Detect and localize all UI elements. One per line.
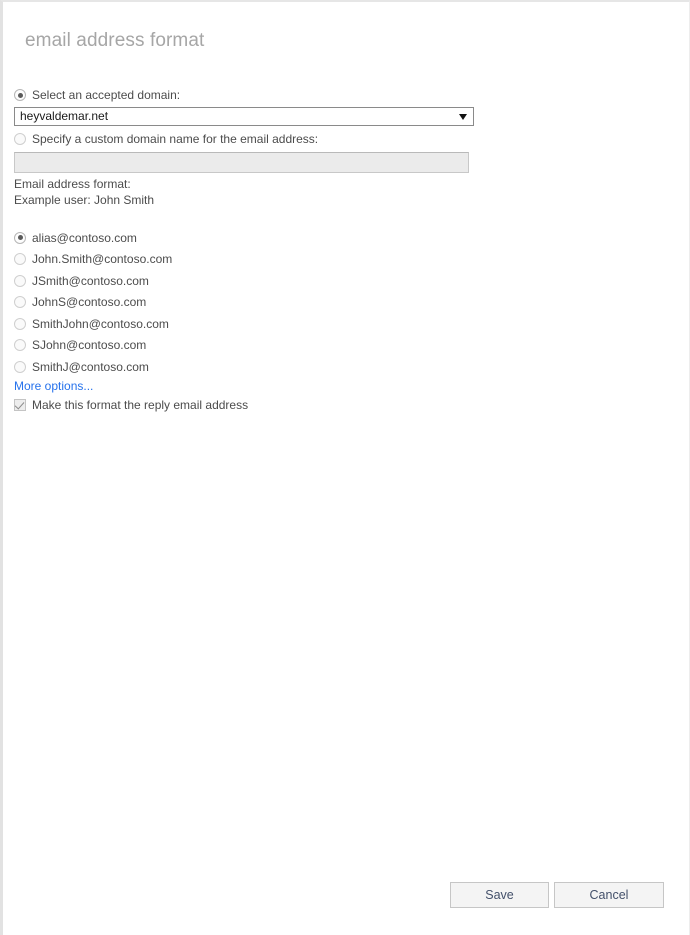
format-option-smithjohn[interactable]: SmithJohn@contoso.com bbox=[14, 313, 674, 335]
example-user-label: Example user: John Smith bbox=[14, 193, 155, 207]
page-title: email address format bbox=[25, 30, 205, 51]
radio-button-icon[interactable] bbox=[14, 133, 26, 145]
save-button[interactable]: Save bbox=[450, 882, 549, 908]
format-option-label: SmithJohn@contoso.com bbox=[32, 316, 169, 331]
radio-button-icon[interactable] bbox=[14, 339, 26, 352]
format-option-johns[interactable]: JohnS@contoso.com bbox=[14, 292, 674, 314]
radio-select-accepted-domain[interactable]: Select an accepted domain: bbox=[14, 87, 674, 103]
form-body: Select an accepted domain: heyvaldemar.n… bbox=[14, 87, 674, 412]
radio-label-specify-custom-domain: Specify a custom domain name for the ema… bbox=[32, 132, 319, 146]
format-option-label: John.Smith@contoso.com bbox=[32, 252, 173, 267]
reply-address-checkbox-label: Make this format the reply email address bbox=[32, 397, 249, 412]
accepted-domain-dropdown[interactable]: heyvaldemar.net bbox=[14, 107, 474, 126]
format-option-label: SJohn@contoso.com bbox=[32, 338, 147, 353]
radio-specify-custom-domain[interactable]: Specify a custom domain name for the ema… bbox=[14, 131, 674, 147]
format-option-sjohn[interactable]: SJohn@contoso.com bbox=[14, 335, 674, 357]
chevron-down-icon[interactable] bbox=[459, 113, 467, 120]
format-option-label: SmithJ@contoso.com bbox=[32, 359, 149, 374]
email-address-format-heading: Email address format: bbox=[14, 177, 131, 191]
email-format-options-list: alias@contoso.com John.Smith@contoso.com… bbox=[14, 227, 674, 378]
format-option-label: JohnS@contoso.com bbox=[32, 295, 147, 310]
dialog-footer: Save Cancel bbox=[3, 882, 690, 908]
radio-button-icon[interactable] bbox=[14, 89, 26, 101]
radio-button-icon[interactable] bbox=[14, 360, 26, 373]
custom-domain-input[interactable] bbox=[14, 152, 469, 173]
format-option-john-smith[interactable]: John.Smith@contoso.com bbox=[14, 249, 674, 271]
more-options-link[interactable]: More options... bbox=[14, 379, 93, 393]
email-address-format-dialog: email address format Select an accepted … bbox=[0, 0, 690, 935]
format-option-label: JSmith@contoso.com bbox=[32, 273, 149, 288]
cancel-button[interactable]: Cancel bbox=[554, 882, 664, 908]
radio-button-icon[interactable] bbox=[14, 274, 26, 287]
radio-button-icon[interactable] bbox=[14, 317, 26, 330]
format-option-smithj[interactable]: SmithJ@contoso.com bbox=[14, 356, 674, 378]
radio-button-icon[interactable] bbox=[14, 231, 26, 244]
format-option-alias[interactable]: alias@contoso.com bbox=[14, 227, 674, 249]
reply-address-checkbox-row[interactable]: Make this format the reply email address bbox=[14, 398, 674, 412]
radio-button-icon[interactable] bbox=[14, 253, 26, 266]
checkbox-icon[interactable] bbox=[14, 398, 26, 411]
radio-button-icon[interactable] bbox=[14, 296, 26, 309]
format-option-label: alias@contoso.com bbox=[32, 230, 137, 245]
format-option-jsmith[interactable]: JSmith@contoso.com bbox=[14, 270, 674, 292]
accepted-domain-value: heyvaldemar.net bbox=[20, 109, 109, 123]
radio-label-select-accepted-domain: Select an accepted domain: bbox=[32, 88, 181, 102]
